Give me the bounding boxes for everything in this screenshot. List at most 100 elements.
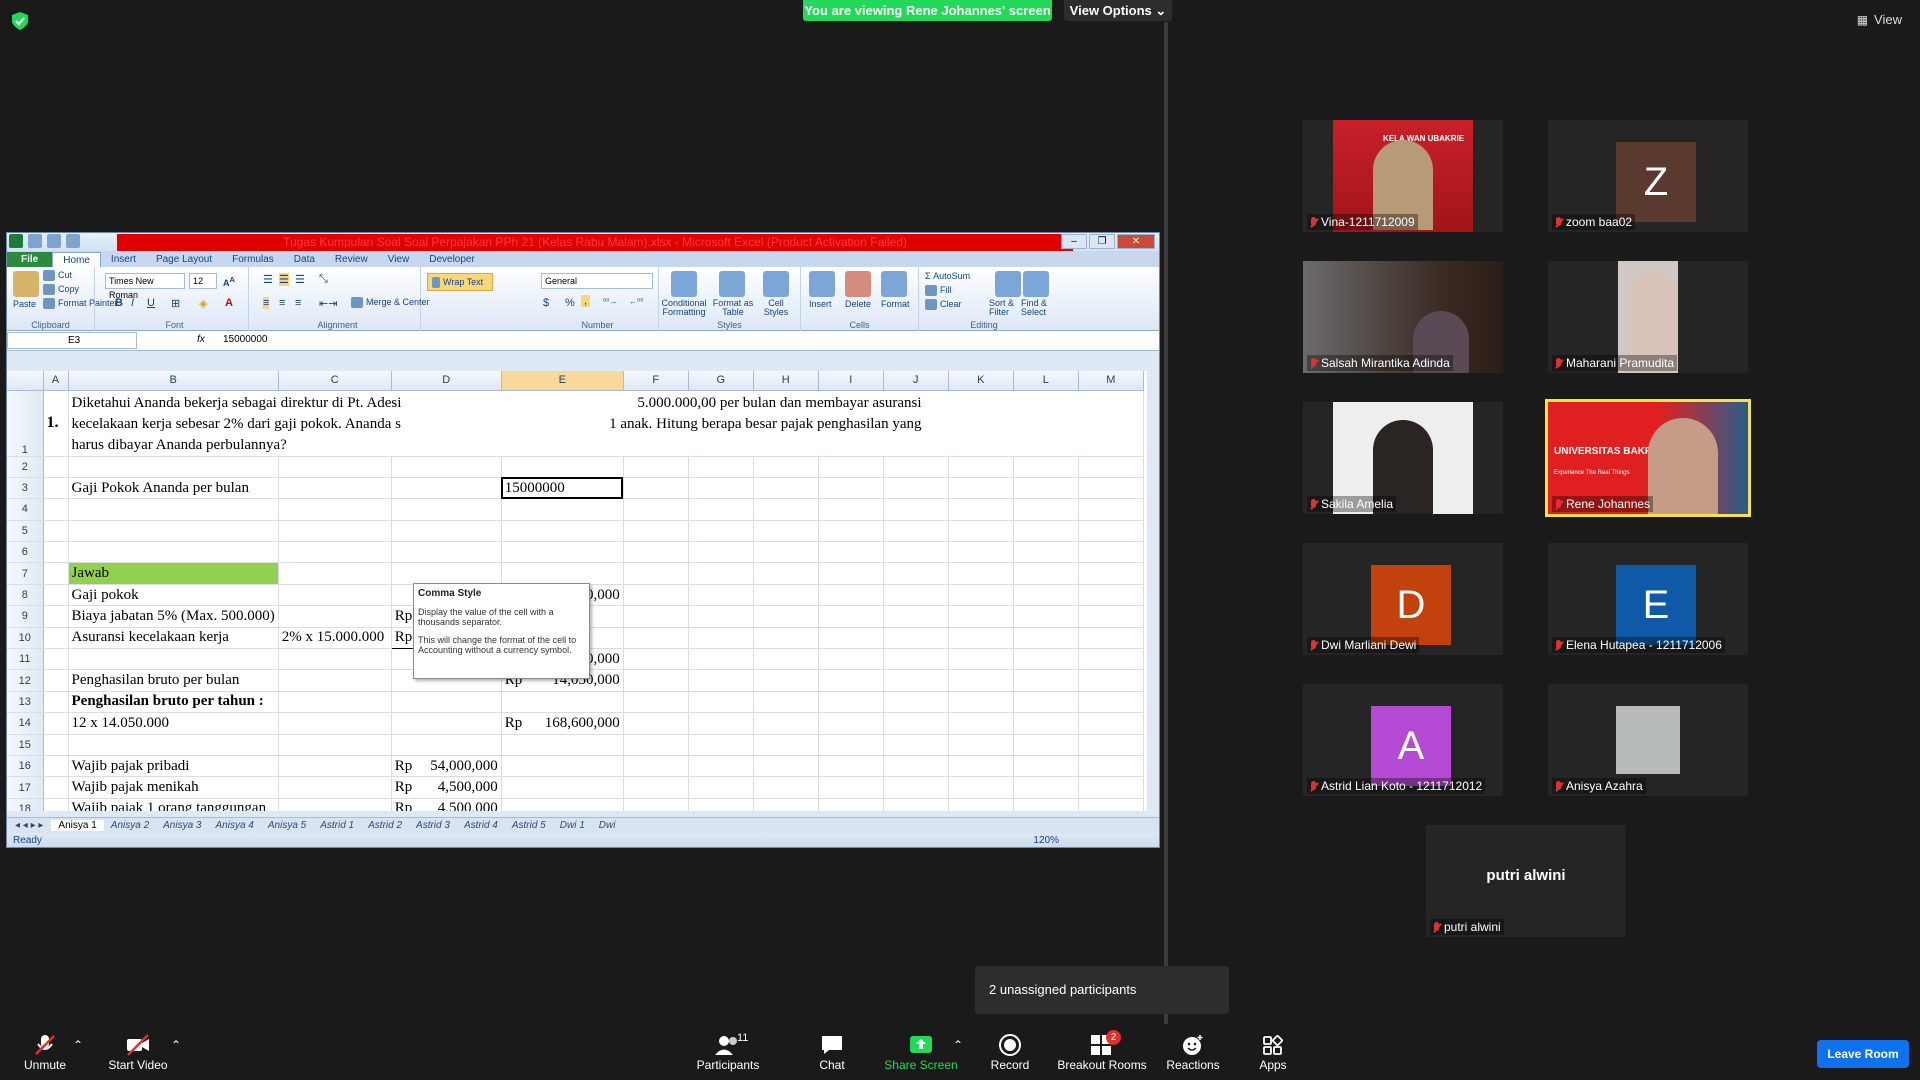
cell-c14[interactable] — [278, 712, 392, 735]
leave-room-button[interactable]: Leave Room — [1817, 1040, 1909, 1068]
cell-l6[interactable] — [1013, 541, 1079, 564]
font-color-icon[interactable]: A — [225, 297, 233, 309]
panel-divider[interactable] — [1164, 22, 1168, 1024]
sheet-tab[interactable]: Anisya 5 — [261, 820, 313, 831]
column-header-a[interactable]: A — [43, 371, 69, 391]
cell-h15[interactable] — [753, 734, 819, 756]
sort-filter-icon[interactable] — [995, 271, 1021, 297]
cell-k9[interactable] — [948, 605, 1014, 628]
row-header[interactable]: 6 — [7, 541, 44, 564]
sheet-tab[interactable]: Astrid 3 — [409, 820, 457, 831]
cell-j8[interactable] — [883, 584, 949, 607]
cell-m5[interactable] — [1078, 520, 1144, 543]
align-right-icon[interactable]: ≡ — [295, 297, 301, 309]
cell-b2[interactable] — [68, 456, 279, 478]
cell-c8[interactable] — [278, 584, 392, 607]
cell-f16[interactable] — [623, 755, 689, 778]
cell-a10[interactable] — [43, 627, 69, 650]
cell-m14[interactable] — [1078, 712, 1144, 735]
tab-home[interactable]: Home — [52, 252, 101, 267]
tab-page-layout[interactable]: Page Layout — [146, 252, 222, 267]
cell-k12[interactable] — [948, 669, 1014, 692]
cell-d15[interactable] — [391, 734, 502, 756]
cell-g14[interactable] — [688, 712, 754, 735]
cell-i9[interactable] — [818, 605, 884, 628]
cell-f11[interactable] — [623, 648, 689, 671]
participant-tile[interactable]: A Astrid Lian Koto - 1211712012 — [1303, 684, 1503, 796]
accounting-icon[interactable]: $ — [543, 297, 549, 309]
cell-c11[interactable] — [278, 648, 392, 671]
cell-e17[interactable] — [501, 776, 624, 799]
sheet-tab[interactable]: Dwi 1 — [553, 820, 592, 831]
cell-h8[interactable] — [753, 584, 819, 607]
cell-k5[interactable] — [948, 520, 1014, 543]
cell-g4[interactable] — [688, 498, 754, 521]
cell-l18[interactable] — [1013, 798, 1079, 811]
cell-c18[interactable] — [278, 798, 392, 811]
cell-k16[interactable] — [948, 755, 1014, 778]
cell-f7[interactable] — [623, 562, 689, 585]
fx-icon[interactable]: fx — [197, 334, 205, 345]
row-header[interactable]: 2 — [7, 456, 44, 478]
participant-tile[interactable]: Zzoom baa02 — [1548, 120, 1748, 232]
align-top-icon[interactable]: ☰ — [263, 273, 273, 286]
cell-f13[interactable] — [623, 691, 689, 714]
column-header-e[interactable]: E — [501, 371, 624, 391]
cell-h9[interactable] — [753, 605, 819, 628]
cell-e15[interactable] — [501, 734, 624, 756]
fill-color-icon[interactable]: ◈ — [199, 297, 207, 310]
sheet-nav-icon[interactable]: ◂ ◂ ▸ ▸ — [7, 820, 51, 831]
underline-button[interactable]: U — [147, 297, 155, 309]
cell-a2[interactable] — [43, 456, 69, 478]
minimize-button[interactable]: – — [1061, 234, 1087, 249]
delete-cells-icon[interactable] — [845, 271, 871, 297]
cell-h12[interactable] — [753, 669, 819, 692]
percent-icon[interactable]: % — [565, 297, 575, 309]
cell-a3[interactable] — [43, 477, 69, 500]
cell-e14[interactable]: Rp 168,600,000 — [501, 712, 624, 735]
cell-h6[interactable] — [753, 541, 819, 564]
cell-k6[interactable] — [948, 541, 1014, 564]
record-button[interactable]: Record — [965, 1034, 1055, 1072]
format-button[interactable]: Format — [881, 299, 910, 309]
clear-button[interactable]: Clear — [925, 299, 962, 311]
row-header[interactable]: 3 — [7, 477, 44, 500]
cell-g6[interactable] — [688, 541, 754, 564]
column-header-h[interactable]: H — [753, 371, 819, 391]
cell-c4[interactable] — [278, 498, 392, 521]
comma-style-button[interactable]: , — [581, 295, 591, 307]
cell-g8[interactable] — [688, 584, 754, 607]
name-box[interactable]: E3 — [7, 332, 137, 349]
participant-tile[interactable]: Maharani Pramudita — [1548, 261, 1748, 373]
row-header[interactable]: 17 — [7, 776, 44, 799]
redo-icon[interactable] — [66, 234, 80, 248]
cell-j9[interactable] — [883, 605, 949, 628]
cell-i17[interactable] — [818, 776, 884, 799]
cell-l15[interactable] — [1013, 734, 1079, 756]
sheet-tab[interactable]: Astrid 2 — [361, 820, 409, 831]
cell-d18[interactable]: Rp 4,500,000 — [391, 798, 502, 811]
column-header-l[interactable]: L — [1013, 371, 1079, 391]
cell-f17[interactable] — [623, 776, 689, 799]
participant-tile[interactable]: E Elena Hutapea - 1211712006 — [1548, 543, 1748, 655]
sheet-tab[interactable]: Astrid 1 — [313, 820, 361, 831]
cell-m3[interactable] — [1078, 477, 1144, 500]
cell-e4[interactable] — [501, 498, 624, 521]
borders-icon[interactable]: ⊞ — [171, 297, 180, 310]
cell-a8[interactable] — [43, 584, 69, 607]
cell-i16[interactable] — [818, 755, 884, 778]
cell-h7[interactable] — [753, 562, 819, 585]
cell-f5[interactable] — [623, 520, 689, 543]
cell-c16[interactable] — [278, 755, 392, 778]
cell-m2[interactable] — [1078, 456, 1144, 478]
cell-k11[interactable] — [948, 648, 1014, 671]
cell-l9[interactable] — [1013, 605, 1079, 628]
row-header[interactable]: 11 — [7, 648, 44, 671]
cell-k10[interactable] — [948, 627, 1014, 650]
cell-g13[interactable] — [688, 691, 754, 714]
align-middle-icon[interactable]: ☰ — [279, 273, 289, 286]
cell-d7[interactable] — [391, 562, 502, 585]
cell-d16[interactable]: Rp 54,000,000 — [391, 755, 502, 778]
tab-developer[interactable]: Developer — [419, 252, 485, 267]
cell-i4[interactable] — [818, 498, 884, 521]
